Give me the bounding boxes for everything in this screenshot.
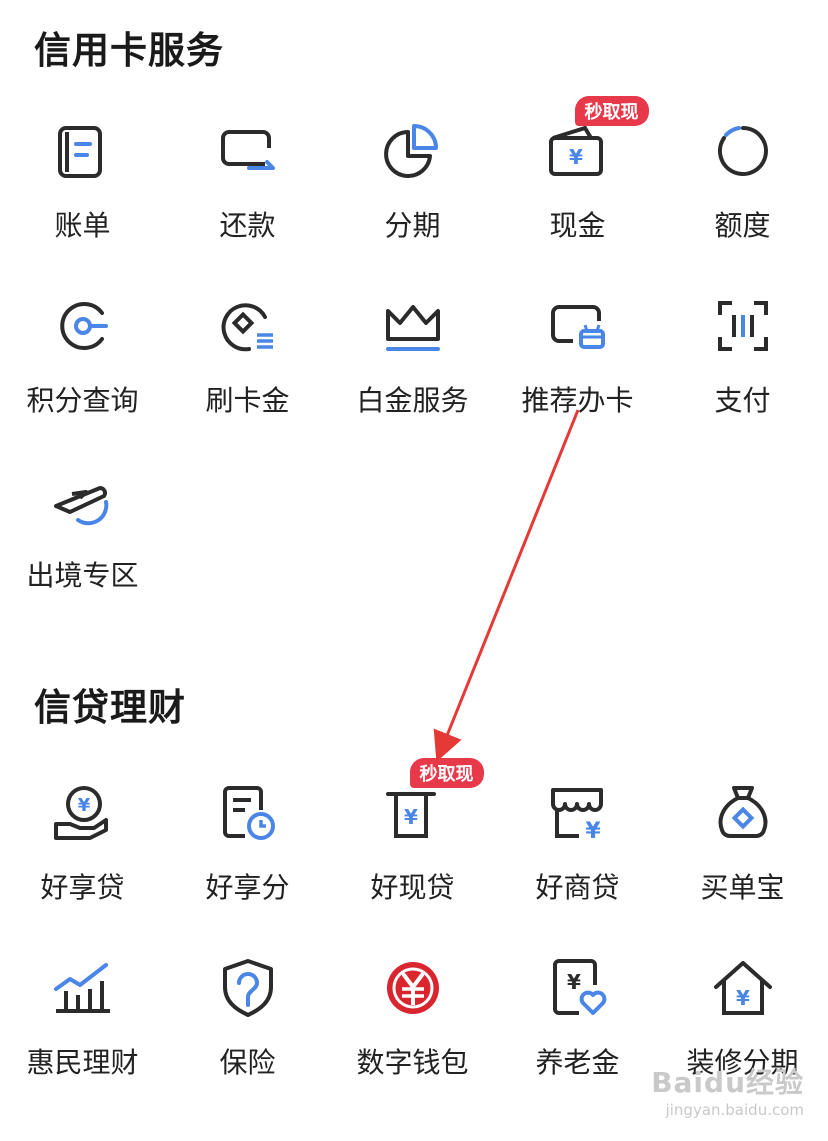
svg-text:¥: ¥ (585, 819, 601, 844)
loan-section-title: 信贷理财 (34, 686, 186, 729)
tile-points[interactable]: 积分查询 (0, 285, 165, 435)
pension-icon: ¥ (545, 955, 611, 1021)
tile-label: 好现贷 (370, 871, 455, 904)
tile-label: 账单 (54, 209, 111, 242)
tile-haoxian-loan[interactable]: ¥ 秒取现 好现贷 (330, 758, 495, 922)
svg-text:¥: ¥ (736, 986, 750, 1010)
tile-label: 推荐办卡 (521, 384, 634, 417)
shield-icon (215, 955, 281, 1021)
watermark-brand: Baidu经验 (651, 1066, 804, 1099)
tile-insurance[interactable]: 保险 (165, 947, 330, 1097)
tile-pay[interactable]: 支付 (660, 285, 825, 435)
tile-label: 好商贷 (535, 871, 620, 904)
shop-loan-icon: ¥ (545, 780, 611, 846)
money-bag-icon (710, 780, 776, 846)
tile-bill[interactable]: 账单 (0, 110, 165, 260)
svg-text:¥: ¥ (567, 970, 581, 994)
card-gold-icon (215, 293, 281, 359)
tile-installment[interactable]: 分期 (330, 110, 495, 260)
instant-cash-badge: 秒取现 (409, 758, 484, 788)
tile-label: 分期 (384, 209, 441, 242)
points-icon (50, 293, 116, 359)
recommend-card-icon (545, 293, 611, 359)
doc-clock-icon (215, 780, 281, 846)
cash-loan-icon: ¥ 秒取现 (380, 758, 484, 846)
svg-text:¥: ¥ (77, 795, 90, 816)
baidu-watermark: Baidu经验 jingyan.baidu.com (651, 1061, 804, 1119)
tile-label: 数字钱包 (356, 1046, 469, 1079)
tile-haoxiang-loan[interactable]: ¥ 好享贷 (0, 772, 165, 922)
crown-icon (380, 293, 446, 359)
instant-cash-badge: 秒取现 (574, 96, 649, 126)
tile-overseas[interactable]: 出境专区 (0, 460, 165, 610)
tile-label: 出境专区 (26, 559, 139, 592)
tile-pension[interactable]: ¥ 养老金 (495, 947, 660, 1097)
tile-cash[interactable]: ¥ 秒取现 现金 (495, 96, 660, 260)
tile-maidanbao[interactable]: 买单宝 (660, 772, 825, 922)
credit-section-title: 信用卡服务 (34, 29, 224, 72)
tile-label: 惠民理财 (26, 1046, 139, 1079)
bill-icon (50, 118, 116, 184)
tile-label: 养老金 (535, 1046, 620, 1079)
tile-digital-wallet[interactable]: 数字钱包 (330, 947, 495, 1097)
svg-text:¥: ¥ (404, 805, 418, 829)
quota-ring-icon (710, 118, 776, 184)
tile-label: 积分查询 (26, 384, 139, 417)
tile-haoshang-loan[interactable]: ¥ 好商贷 (495, 772, 660, 922)
digital-yuan-icon (380, 955, 446, 1021)
svg-text:¥: ¥ (569, 145, 583, 169)
coin-hand-icon: ¥ (50, 780, 116, 846)
pie-chart-icon (380, 118, 446, 184)
tile-recommend-card[interactable]: 推荐办卡 (495, 285, 660, 435)
cash-icon: ¥ 秒取现 (545, 96, 649, 184)
tile-label: 白金服务 (356, 384, 469, 417)
tile-label: 刷卡金 (205, 384, 290, 417)
scan-pay-icon (710, 293, 776, 359)
growth-chart-icon (50, 955, 116, 1021)
repay-icon (215, 118, 281, 184)
tile-label: 好享分 (205, 871, 290, 904)
tile-label: 保险 (219, 1046, 276, 1079)
tile-label: 额度 (714, 209, 771, 242)
tile-repay[interactable]: 还款 (165, 110, 330, 260)
tile-label: 支付 (714, 384, 771, 417)
airplane-icon (50, 468, 116, 534)
tile-platinum[interactable]: 白金服务 (330, 285, 495, 435)
tile-haoxiang-fen[interactable]: 好享分 (165, 772, 330, 922)
house-yuan-icon: ¥ (710, 955, 776, 1021)
tile-card-gold[interactable]: 刷卡金 (165, 285, 330, 435)
watermark-url: jingyan.baidu.com (665, 1101, 804, 1119)
tile-huimin-finance[interactable]: 惠民理财 (0, 947, 165, 1097)
tile-quota[interactable]: 额度 (660, 110, 825, 260)
tile-label: 现金 (549, 209, 606, 242)
tile-label: 买单宝 (700, 871, 785, 904)
tile-label: 还款 (219, 209, 276, 242)
tile-label: 好享贷 (40, 871, 125, 904)
